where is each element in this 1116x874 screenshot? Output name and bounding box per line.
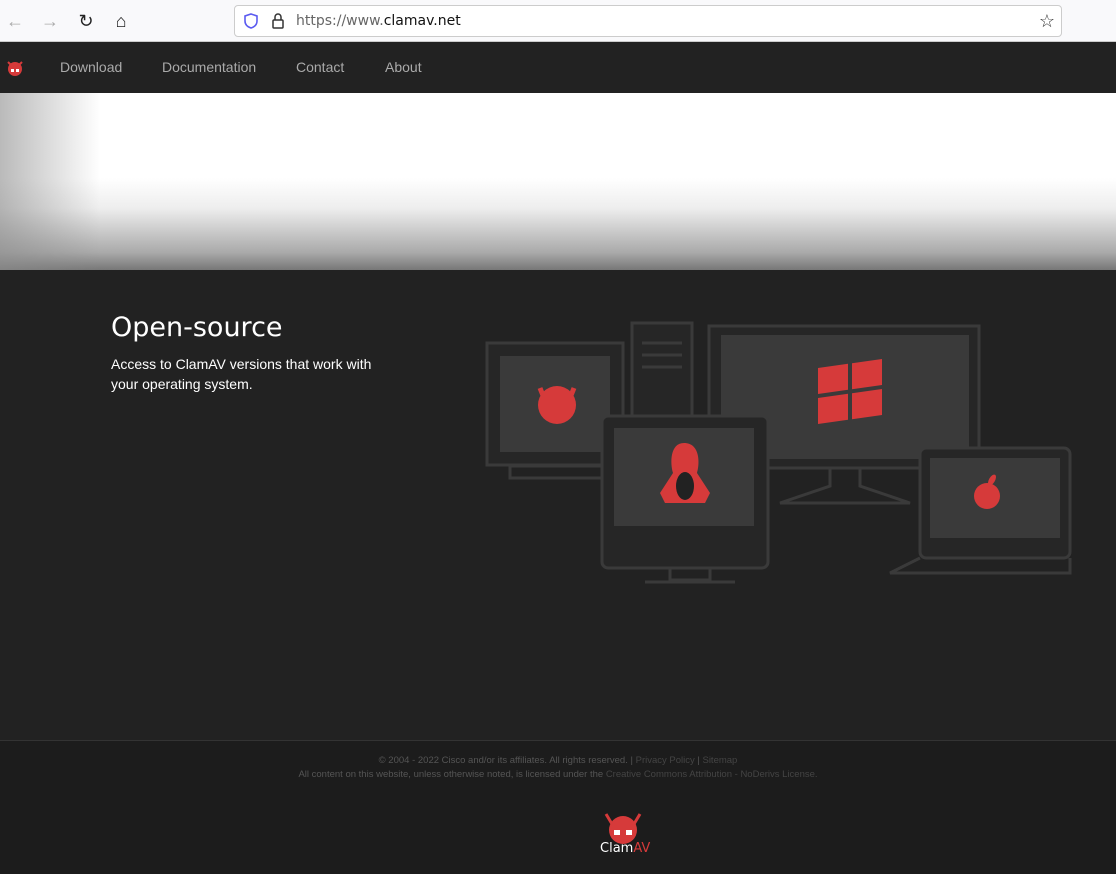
url-text: https://www.clamav.net	[296, 13, 461, 29]
copyright-text: © 2004 - 2022 Cisco and/or its affiliate…	[378, 755, 628, 766]
main-section: Open-source Access to ClamAV versions th…	[0, 270, 1116, 740]
home-icon[interactable]: ⌂	[110, 10, 132, 32]
forward-arrow-icon[interactable]: →	[39, 10, 61, 32]
privacy-policy-link[interactable]: Privacy Policy	[636, 755, 695, 766]
section-text: Access to ClamAV versions that work with…	[111, 356, 372, 392]
reload-icon[interactable]: ↻	[75, 10, 97, 32]
license-text: All content on this website, unless othe…	[298, 769, 604, 780]
footer-clamav-logo: ClamAV	[598, 810, 658, 861]
site-nav: Download Documentation Contact About	[0, 42, 1116, 93]
svg-text:ClamAV: ClamAV	[600, 841, 650, 856]
os-devices-illustration	[485, 321, 1072, 584]
nav-contact[interactable]: Contact	[296, 59, 344, 75]
clamav-logo-icon[interactable]	[6, 59, 24, 77]
footer: © 2004 - 2022 Cisco and/or its affiliate…	[0, 740, 1116, 874]
nav-download[interactable]: Download	[60, 59, 122, 75]
hero-banner	[0, 93, 1116, 270]
back-arrow-icon[interactable]: ←	[4, 10, 26, 32]
lock-icon	[272, 13, 284, 29]
browser-toolbar: ← → ↻ ⌂ https://www.clamav.net ☆	[0, 0, 1116, 42]
license-link[interactable]: Creative Commons Attribution - NoDerivs …	[606, 769, 818, 780]
section-title: Open-source	[111, 312, 283, 343]
separator: |	[697, 755, 700, 766]
sitemap-link[interactable]: Sitemap	[702, 755, 737, 766]
shield-icon	[244, 13, 258, 29]
address-bar[interactable]: https://www.clamav.net ☆	[234, 5, 1062, 37]
nav-documentation[interactable]: Documentation	[162, 59, 256, 75]
star-icon[interactable]: ☆	[1039, 11, 1055, 32]
nav-about[interactable]: About	[385, 59, 422, 75]
separator: |	[630, 755, 633, 766]
